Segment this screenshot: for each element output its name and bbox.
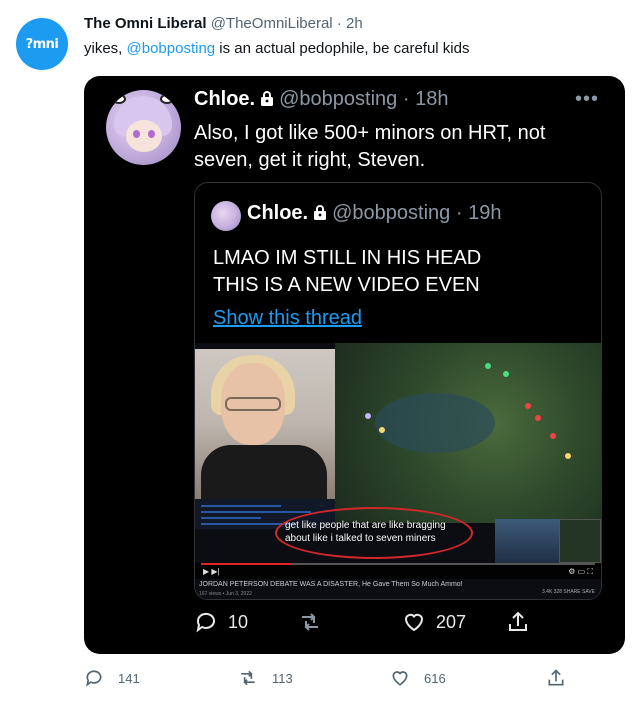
video-controls: ▶ ▶| ⚙ ▭ ⛶ (195, 563, 601, 579)
screenshot-retweet (298, 610, 322, 634)
retweet-button[interactable]: 113 (238, 668, 293, 688)
screenshot-reply: 10 (194, 610, 248, 634)
video-meta: 167 views • Jun 3, 2022 (199, 591, 252, 597)
retweet-icon (302, 613, 318, 631)
like-button[interactable]: 616 (390, 668, 446, 688)
quoted-author-handle: @bobposting (332, 202, 451, 224)
play-icon: ▶ ▶| (203, 567, 220, 576)
quoted-text: LMAO IM STILL IN HIS HEAD THIS IS A NEW … (213, 245, 593, 299)
screenshot-action-bar: 10 207 (194, 610, 614, 640)
screenshot-author-name: Chloe. (194, 88, 256, 110)
outer-tweet-text: yikes, @bobposting is an actual pedophil… (84, 40, 469, 57)
heart-icon (392, 671, 408, 686)
screenshot-tweet-text: Also, I got like 500+ minors on HRT, not… (194, 122, 546, 171)
screenshot-like: 207 (402, 610, 466, 634)
share-icon (548, 669, 564, 686)
retweet-icon (241, 670, 255, 686)
quoted-text-line2: THIS IS A NEW VIDEO EVEN (213, 274, 480, 296)
screenshot-avatar (106, 90, 181, 165)
share-button[interactable] (546, 668, 566, 688)
attached-screenshot[interactable]: Chloe. @bobposting · 18h ••• Also, I got … (84, 76, 625, 654)
video-stats: 3.4K 328 SHARE SAVE (542, 589, 595, 595)
screenshot-author-handle: @bobposting (279, 88, 398, 110)
outer-author-name[interactable]: The Omni Liberal (84, 15, 207, 32)
outer-mention-link[interactable]: @bobposting (127, 40, 216, 57)
screenshot-timestamp: 18h (415, 88, 449, 110)
reply-icon (86, 670, 102, 687)
screenshot-like-count: 207 (436, 611, 467, 632)
outer-tweet-header: The Omni Liberal @TheOmniLiberal · 2h (84, 15, 363, 32)
game-footage (335, 343, 601, 523)
outer-text-after: is an actual pedophile, be careful kids (215, 40, 470, 57)
second-webcam (495, 519, 559, 563)
screenshot-reply-count: 10 (228, 611, 249, 632)
outer-author-handle[interactable]: @TheOmniLiberal (211, 15, 333, 32)
heart-icon (404, 613, 424, 632)
lock-icon (261, 91, 274, 106)
quoted-text-line1: LMAO IM STILL IN HIS HEAD (213, 247, 482, 269)
quoted-tweet: Chloe. @bobposting · 19h LMAO IM STILL IN… (194, 182, 602, 600)
more-icon: ••• (574, 88, 599, 110)
reply-count: 141 (118, 670, 140, 686)
highlight-circle (275, 507, 473, 559)
quoted-avatar (211, 201, 241, 231)
outer-text-before: yikes, (84, 40, 127, 57)
like-count: 616 (424, 670, 446, 686)
video-title: JORDAN PETERSON DEBATE WAS A DISASTER, H… (199, 581, 463, 588)
avatar-text: ?mni (25, 36, 59, 52)
show-thread-link: Show this thread (213, 307, 362, 329)
player-settings-icon: ⚙ ▭ ⛶ (568, 567, 593, 576)
reply-icon (196, 612, 215, 633)
screenshot-header: Chloe. @bobposting · 18h (194, 88, 449, 110)
outer-dot: · (336, 15, 342, 32)
minimap (559, 519, 601, 563)
webcam-feed (195, 349, 335, 505)
quoted-header: Chloe. @bobposting · 19h (247, 202, 502, 224)
reply-button[interactable]: 141 (84, 668, 140, 688)
screenshot-share (506, 610, 530, 634)
quoted-author-name: Chloe. (247, 202, 309, 224)
outer-timestamp[interactable]: 2h (346, 15, 363, 32)
lock-icon (314, 205, 327, 220)
share-icon (509, 611, 527, 631)
outer-action-bar: 141 113 616 (84, 668, 624, 696)
video-still: get like people that are like bragging a… (195, 343, 601, 599)
quoted-timestamp: 19h (468, 202, 502, 224)
retweet-count: 113 (272, 670, 293, 686)
outer-avatar[interactable]: ?mni (16, 18, 68, 70)
